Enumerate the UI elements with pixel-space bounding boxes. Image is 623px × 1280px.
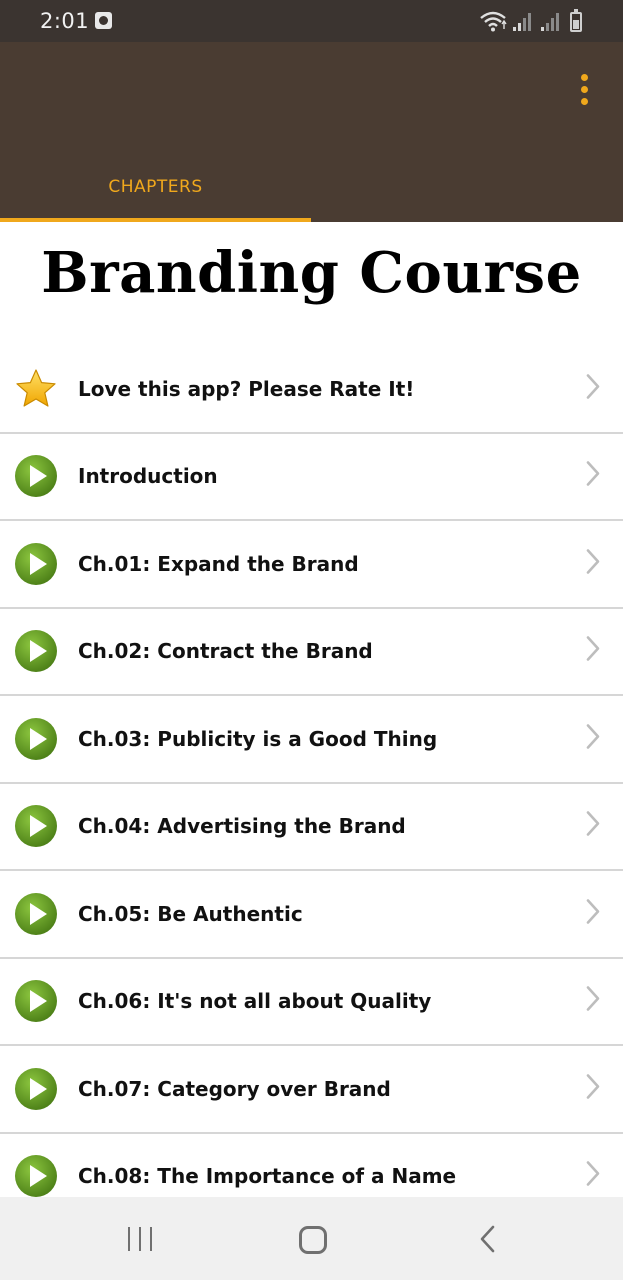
list-item-label: Ch.07: Category over Brand <box>78 1076 391 1101</box>
chevron-right-icon <box>585 461 601 492</box>
chapter-item[interactable]: Ch.06: It's not all about Quality <box>0 958 623 1046</box>
play-icon <box>14 629 58 673</box>
list-item-label: Ch.05: Be Authentic <box>78 901 303 926</box>
signal-icon <box>513 13 531 31</box>
chevron-right-icon <box>585 986 601 1017</box>
recents-icon[interactable] <box>126 1227 154 1251</box>
play-icon <box>14 804 58 848</box>
play-icon <box>14 717 58 761</box>
play-icon <box>14 1154 58 1198</box>
list-item-label: Ch.03: Publicity is a Good Thing <box>78 726 438 751</box>
list-item-label: Ch.02: Contract the Brand <box>78 639 373 664</box>
chevron-right-icon <box>585 548 601 579</box>
battery-icon <box>570 9 582 32</box>
play-icon <box>14 1067 58 1111</box>
chapter-item[interactable]: Ch.05: Be Authentic <box>0 871 623 959</box>
tab-chapters[interactable]: CHAPTERS <box>0 152 311 222</box>
chapter-item[interactable]: Ch.02: Contract the Brand <box>0 608 623 696</box>
chevron-right-icon <box>585 373 601 404</box>
rate-app-item[interactable]: Love this app? Please Rate It! <box>0 346 623 434</box>
chapter-item[interactable]: Introduction <box>0 433 623 521</box>
tab-chapters-label: CHAPTERS <box>108 177 203 197</box>
chevron-right-icon <box>585 723 601 754</box>
page-title: Branding Course <box>41 240 582 306</box>
list-item-label: Ch.01: Expand the Brand <box>78 551 359 576</box>
list-item-label: Love this app? Please Rate It! <box>78 376 415 401</box>
play-icon <box>14 542 58 586</box>
list-item-label: Ch.06: It's not all about Quality <box>78 989 432 1014</box>
list-item-label: Ch.08: The Importance of a Name <box>78 1164 457 1189</box>
nav-bar <box>0 1197 623 1280</box>
status-time: 2:01 <box>40 9 90 33</box>
play-icon <box>14 454 58 498</box>
overflow-menu-icon[interactable] <box>573 72 597 112</box>
app-bar: CHAPTERS <box>0 42 623 222</box>
list-item-label: Introduction <box>78 464 218 489</box>
chapter-item[interactable]: Ch.03: Publicity is a Good Thing <box>0 696 623 784</box>
chapter-item[interactable]: Ch.01: Expand the Brand <box>0 521 623 609</box>
status-bar: 2:01 <box>0 0 623 42</box>
wifi-icon <box>480 11 507 32</box>
chapter-item[interactable]: Ch.07: Category over Brand <box>0 1046 623 1134</box>
chevron-right-icon <box>585 898 601 929</box>
chevron-right-icon <box>585 1161 601 1192</box>
chevron-right-icon <box>585 636 601 667</box>
star-icon <box>14 367 58 411</box>
chapter-item[interactable]: Ch.04: Advertising the Brand <box>0 783 623 871</box>
play-icon <box>14 979 58 1023</box>
chapter-list: Love this app? Please Rate It! Introducti… <box>0 346 623 1221</box>
home-icon[interactable] <box>299 1226 327 1254</box>
signal-icon <box>541 13 559 31</box>
clock-icon <box>95 12 112 29</box>
tab-indicator <box>0 218 311 222</box>
list-item-label: Ch.04: Advertising the Brand <box>78 814 406 839</box>
play-icon <box>14 892 58 936</box>
chevron-right-icon <box>585 1073 601 1104</box>
back-icon[interactable] <box>478 1225 498 1253</box>
chevron-right-icon <box>585 811 601 842</box>
